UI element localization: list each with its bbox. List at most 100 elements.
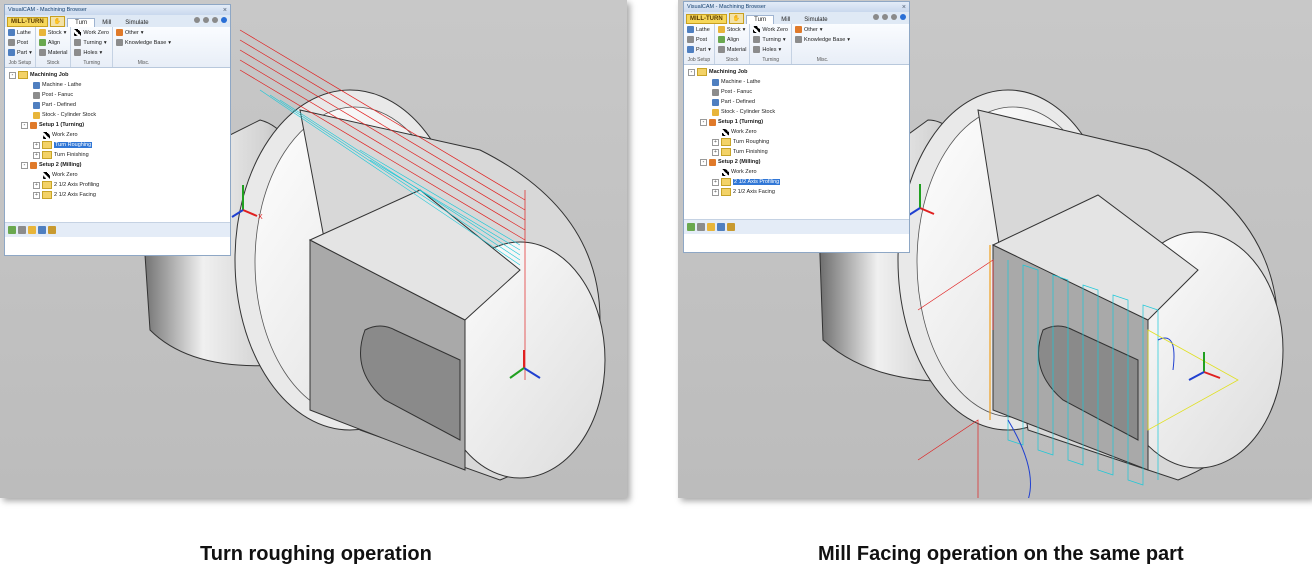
- tree-node-work-zero[interactable]: Work Zero: [688, 127, 905, 137]
- tree-node-turn-roughing[interactable]: + Turn Roughing: [9, 140, 226, 150]
- hand-icon[interactable]: ✋: [49, 16, 66, 27]
- tab-turn[interactable]: Turn: [67, 18, 96, 27]
- collapse-icon[interactable]: -: [9, 71, 16, 79]
- lead-out-arc: [1007, 419, 1031, 498]
- close-icon[interactable]: ×: [223, 7, 227, 14]
- expand-icon[interactable]: +: [33, 191, 40, 199]
- tree-node-axis-profiling[interactable]: +2 1/2 Axis Profiling: [9, 180, 226, 190]
- job-icon[interactable]: [687, 223, 695, 231]
- post-button[interactable]: Post: [8, 38, 32, 47]
- toolpath-icon[interactable]: [707, 223, 715, 231]
- toolpath-icon[interactable]: [28, 226, 36, 234]
- gear-icon[interactable]: [212, 17, 218, 23]
- tree-node-post[interactable]: Post - Fanuc: [688, 87, 905, 97]
- part-button[interactable]: Part ▾: [687, 45, 711, 54]
- material-button[interactable]: Material: [38, 48, 67, 57]
- collapse-icon[interactable]: -: [21, 121, 28, 129]
- tab-mill-turn[interactable]: MILL-TURN: [7, 17, 48, 27]
- tab-mill[interactable]: Mill: [95, 19, 118, 27]
- tree-node-work-zero[interactable]: Work Zero: [9, 170, 226, 180]
- tree-node-machining-job[interactable]: - Machining Job: [9, 70, 226, 80]
- close-icon[interactable]: ×: [902, 4, 906, 11]
- holes-button[interactable]: Holes ▾: [753, 45, 788, 54]
- tab-mill[interactable]: Mill: [774, 16, 797, 24]
- info-icon[interactable]: [900, 14, 906, 20]
- tab-simulate[interactable]: Simulate: [797, 16, 834, 24]
- material-button[interactable]: Material: [717, 45, 746, 54]
- tree-node-setup-2[interactable]: - Setup 2 (Milling): [9, 160, 226, 170]
- tree-node-turn-finishing[interactable]: + Turn Finishing: [9, 150, 226, 160]
- post-process-icon[interactable]: [727, 223, 735, 231]
- other-icon: [116, 29, 123, 36]
- expand-icon[interactable]: +: [712, 138, 719, 146]
- simulate-icon[interactable]: [717, 223, 725, 231]
- turning-button[interactable]: Turning ▾: [753, 35, 788, 44]
- lathe-button[interactable]: Lathe: [8, 28, 32, 37]
- tree-node-setup-2[interactable]: - Setup 2 (Milling): [688, 157, 905, 167]
- tree-node-setup-1[interactable]: - Setup 1 (Turning): [688, 117, 905, 127]
- lathe-button[interactable]: Lathe: [687, 25, 711, 34]
- tree-node-machine[interactable]: Machine - Lathe: [688, 77, 905, 87]
- tree-node-post[interactable]: Post - Fanuc: [9, 90, 226, 100]
- align-button[interactable]: Align: [38, 38, 68, 47]
- tree-node-stock[interactable]: Stock - Cylinder Stock: [9, 110, 226, 120]
- stock-icon: [717, 26, 725, 33]
- home-icon[interactable]: [873, 14, 879, 20]
- collapse-icon[interactable]: -: [688, 68, 695, 76]
- tree-node-work-zero[interactable]: Work Zero: [688, 167, 905, 177]
- tools-icon[interactable]: [18, 226, 26, 234]
- other-button[interactable]: Other ▾: [795, 25, 850, 34]
- other-button[interactable]: Other ▾: [116, 28, 171, 37]
- part-button[interactable]: Part ▾: [8, 48, 32, 57]
- expand-icon[interactable]: +: [33, 151, 40, 159]
- align-button[interactable]: Align: [717, 35, 747, 44]
- turning-button[interactable]: Turning ▾: [74, 38, 109, 47]
- knowledge-base-button[interactable]: Knowledge Base ▾: [116, 38, 171, 47]
- expand-icon[interactable]: +: [33, 141, 40, 149]
- tree-node-machining-job[interactable]: - Machining Job: [688, 67, 905, 77]
- expand-icon[interactable]: +: [712, 178, 719, 186]
- stock-button[interactable]: Stock ▾: [717, 25, 747, 34]
- tree-node-axis-facing[interactable]: +2 1/2 Axis Facing: [9, 190, 226, 200]
- tab-mill-turn[interactable]: MILL-TURN: [686, 14, 727, 24]
- post-process-icon[interactable]: [48, 226, 56, 234]
- group-label-stock: Stock: [46, 60, 60, 66]
- expand-icon[interactable]: +: [712, 188, 719, 196]
- setup-icon: [709, 118, 716, 126]
- tree-node-axis-profiling[interactable]: +2 1/2 Axis Profiling: [688, 177, 905, 187]
- group-job-setup: Lathe Post Part ▾ Job Setup: [684, 24, 715, 64]
- simulate-icon[interactable]: [38, 226, 46, 234]
- job-icon[interactable]: [8, 226, 16, 234]
- gear-icon[interactable]: [891, 14, 897, 20]
- wrench-icon[interactable]: [882, 14, 888, 20]
- tree-node-stock[interactable]: Stock - Cylinder Stock: [688, 107, 905, 117]
- wrench-icon[interactable]: [203, 17, 209, 23]
- expand-icon[interactable]: +: [33, 181, 40, 189]
- collapse-icon[interactable]: -: [21, 161, 28, 169]
- tree-node-setup-1[interactable]: - Setup 1 (Turning): [9, 120, 226, 130]
- tree-node-part[interactable]: Part - Defined: [9, 100, 226, 110]
- expand-icon[interactable]: +: [712, 148, 719, 156]
- post-button[interactable]: Post: [687, 35, 711, 44]
- collapse-icon[interactable]: -: [700, 118, 707, 126]
- work-zero-button[interactable]: Work Zero: [753, 25, 788, 34]
- stock-button[interactable]: Stock ▾: [38, 28, 68, 37]
- tree-node-axis-facing[interactable]: +2 1/2 Axis Facing: [688, 187, 905, 197]
- tab-simulate[interactable]: Simulate: [118, 19, 155, 27]
- tree-node-machine[interactable]: Machine - Lathe: [9, 80, 226, 90]
- knowledge-base-button[interactable]: Knowledge Base ▾: [795, 35, 850, 44]
- tree-node-work-zero[interactable]: Work Zero: [9, 130, 226, 140]
- collapse-icon[interactable]: -: [700, 158, 707, 166]
- tree-node-turn-finishing[interactable]: + Turn Finishing: [688, 147, 905, 157]
- group-label-job-setup: Job Setup: [687, 57, 711, 63]
- caption-left: Turn roughing operation: [200, 543, 432, 565]
- tree-node-turn-roughing[interactable]: + Turn Roughing: [688, 137, 905, 147]
- home-icon[interactable]: [194, 17, 200, 23]
- info-icon[interactable]: [221, 17, 227, 23]
- tree-node-part[interactable]: Part - Defined: [688, 97, 905, 107]
- tools-icon[interactable]: [697, 223, 705, 231]
- holes-button[interactable]: Holes ▾: [74, 48, 109, 57]
- tab-turn[interactable]: Turn: [746, 15, 775, 24]
- hand-icon[interactable]: ✋: [728, 13, 745, 24]
- work-zero-button[interactable]: Work Zero: [74, 28, 109, 37]
